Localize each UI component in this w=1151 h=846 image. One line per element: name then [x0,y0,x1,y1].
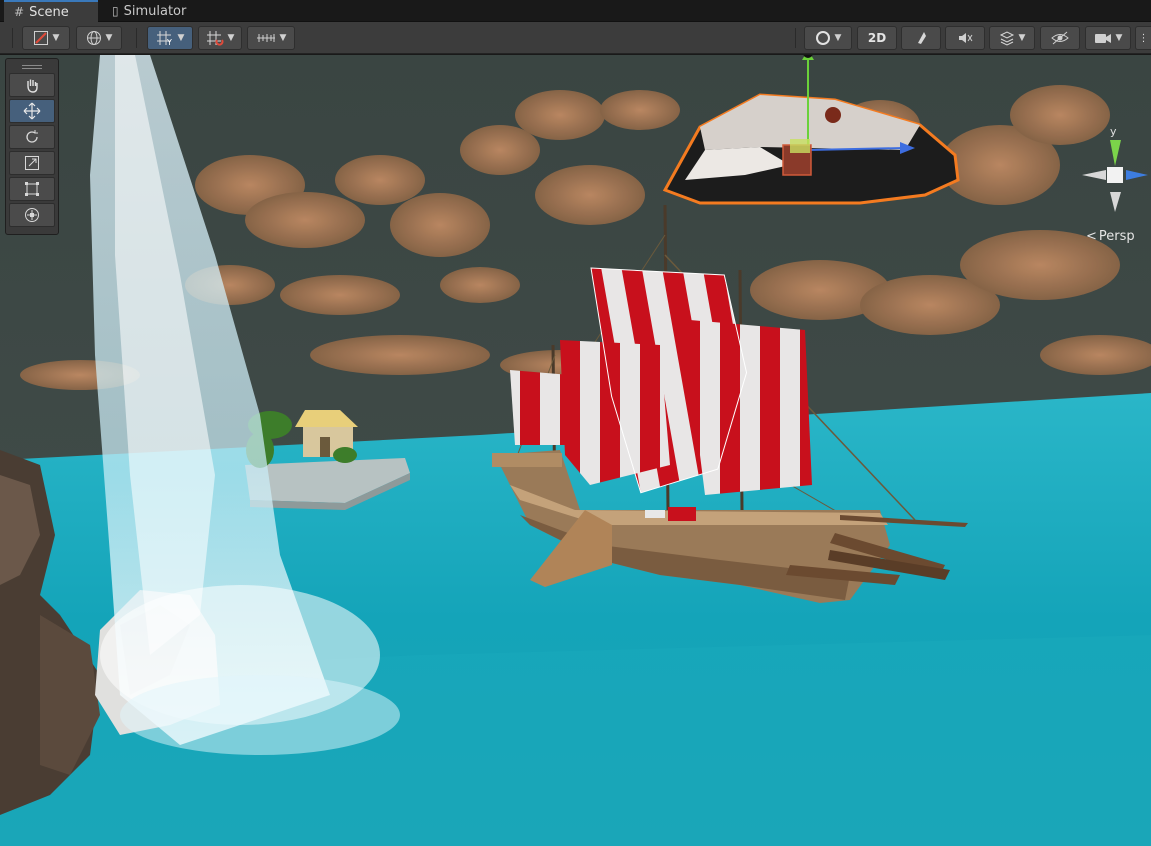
toolbar-divider [12,28,13,48]
move-icon [23,102,41,120]
globe-icon [86,31,101,45]
scene-render [0,55,1151,846]
more-icon: ⋮ [1138,32,1149,44]
grid-snap-icon: Y [156,31,172,46]
chevron-down-icon: ▼ [1018,33,1026,43]
chevron-down-icon: ▼ [834,33,842,43]
snap-increment-dropdown[interactable]: ▼ [198,26,242,50]
scene-viewport[interactable]: y < Persp [0,55,1151,846]
snap-increment-icon [206,31,224,46]
transform-icon [25,208,39,222]
lighting-icon [918,32,926,44]
camera-icon [1094,34,1111,43]
toolbar-divider [795,28,796,48]
transform-tool-button[interactable] [9,203,55,227]
chevron-left-icon: < [1086,229,1097,244]
scale-icon [25,156,39,170]
tab-scene[interactable]: # Scene [4,0,98,22]
hand-icon [27,79,38,93]
y-axis-label: y [1110,125,1117,138]
camera-dropdown[interactable]: ▼ [1085,26,1131,50]
projection-toggle[interactable]: < Persp [1086,229,1135,244]
projection-label: Persp [1098,229,1135,244]
ruler-icon [256,34,275,42]
tab-bar: # Scene ▯ Simulator [0,0,1151,22]
scene-toolbar: ▼ ▼ Y ▼ ▼ ▼ ▼ 2D ▼ ▼ ⋮ [0,22,1151,54]
palette-grip[interactable] [9,63,55,71]
tab-simulator-label: Simulator [123,3,187,19]
global-local-dropdown[interactable]: ▼ [76,26,122,50]
tool-palette [5,58,59,235]
orientation-gizmo[interactable]: y [1078,120,1148,220]
draw-mode-dropdown[interactable]: ▼ [22,26,70,50]
phone-icon: ▯ [112,4,119,18]
scale-tool-button[interactable] [9,151,55,175]
effects-dropdown[interactable]: ▼ [989,26,1035,50]
effects-icon [999,31,1014,46]
lighting-toggle[interactable] [901,26,941,50]
chevron-down-icon: ▼ [105,33,113,43]
audio-mute-icon [959,33,973,43]
render-mode-icon [815,31,830,45]
chevron-down-icon: ▼ [279,33,287,43]
hash-icon: # [14,5,25,19]
scene-visibility-toggle[interactable] [1040,26,1080,50]
ruler-dropdown[interactable]: ▼ [247,26,295,50]
draw-mode-icon [33,31,48,45]
audio-toggle[interactable] [945,26,985,50]
svg-text:Y: Y [166,38,172,46]
hand-tool-button[interactable] [9,73,55,97]
toolbar-divider [136,28,137,48]
rotate-icon [26,130,38,143]
2d-label: 2D [867,31,887,45]
chevron-down-icon: ▼ [1115,33,1123,43]
chevron-down-icon: ▼ [52,33,60,43]
rect-tool-button[interactable] [9,177,55,201]
chevron-down-icon: ▼ [227,33,235,43]
render-mode-dropdown[interactable]: ▼ [804,26,852,50]
overflow-menu-button[interactable]: ⋮ [1135,26,1151,50]
chevron-down-icon: ▼ [177,33,185,43]
visibility-icon [1051,31,1069,45]
rotate-tool-button[interactable] [9,125,55,149]
move-tool-button[interactable] [9,99,55,123]
grid-snap-dropdown[interactable]: Y ▼ [147,26,193,50]
2d-toggle-button[interactable]: 2D [857,26,897,50]
axis-gizmo-icon: y [1082,125,1148,212]
tab-simulator[interactable]: ▯ Simulator [102,0,208,22]
tab-scene-label: Scene [29,4,69,20]
rect-transform-icon [25,182,39,196]
